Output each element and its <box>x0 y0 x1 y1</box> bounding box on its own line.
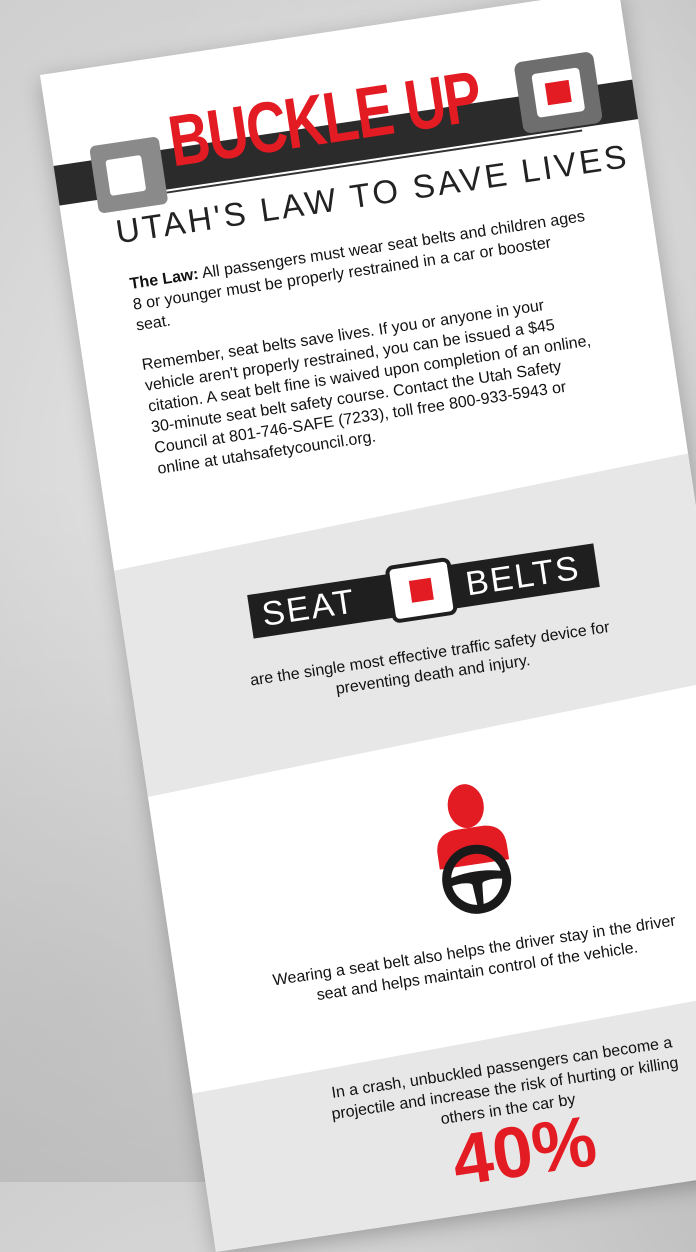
buckle-button <box>531 67 586 118</box>
driver-head <box>447 784 484 829</box>
buckle-icon <box>384 556 459 624</box>
driver-fact: Wearing a seat belt also helps the drive… <box>271 912 677 1005</box>
buckle-icon <box>513 51 604 135</box>
belt-latch-icon <box>89 136 169 214</box>
driver-icon <box>437 784 512 914</box>
